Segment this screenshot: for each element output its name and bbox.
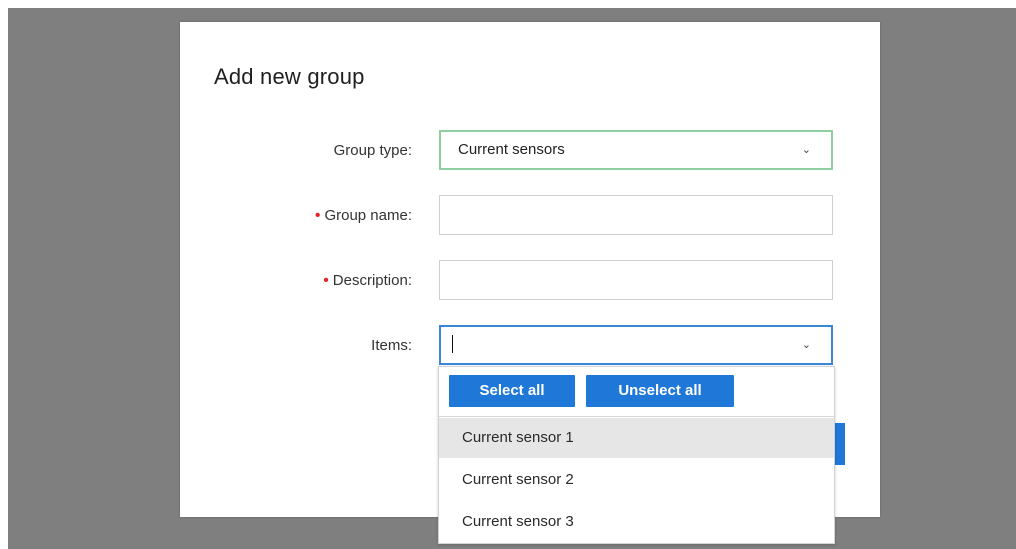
items-row: Items: ⌄ <box>180 325 880 367</box>
dropdown-option[interactable]: Current sensor 1 <box>439 418 834 458</box>
items-multiselect[interactable]: ⌄ <box>439 325 833 365</box>
group-type-row: Group type: Current sensors ⌄ <box>180 130 880 172</box>
required-marker: • <box>323 272 329 289</box>
group-type-label-text: Group type: <box>333 142 412 159</box>
items-label-text: Items: <box>371 337 412 354</box>
group-type-value: Current sensors <box>458 141 565 158</box>
description-label: • Description: <box>323 260 412 302</box>
text-cursor <box>452 334 453 353</box>
dropdown-option[interactable]: Current sensor 2 <box>439 460 834 500</box>
description-row: • Description: <box>180 260 880 302</box>
group-type-label: Group type: <box>334 130 412 172</box>
description-label-text: Description: <box>332 272 412 289</box>
group-name-row: • Group name: <box>180 195 880 237</box>
chevron-down-icon[interactable]: ⌄ <box>802 132 811 168</box>
description-input-wrapper <box>439 260 833 300</box>
unselect-all-button[interactable]: Unselect all <box>586 375 734 407</box>
required-marker: • <box>314 207 321 224</box>
group-name-label-text: Group name: <box>324 207 412 224</box>
dialog-title: Add new group <box>214 64 365 89</box>
items-label: Items: <box>371 325 412 367</box>
dropdown-option[interactable]: Current sensor 3 <box>439 502 834 542</box>
dropdown-actions: Select all Unselect all <box>439 367 834 417</box>
group-name-input[interactable] <box>458 197 798 232</box>
items-dropdown: Select all Unselect all Current sensor 1… <box>438 366 835 544</box>
group-type-select[interactable]: Current sensors ⌄ <box>439 130 833 170</box>
group-name-label: • Group name: <box>315 195 412 237</box>
group-name-input-wrapper <box>439 195 833 235</box>
select-all-button[interactable]: Select all <box>449 375 575 407</box>
chevron-down-icon[interactable]: ⌄ <box>802 327 811 363</box>
save-button-partial[interactable] <box>835 423 845 465</box>
description-input[interactable] <box>458 262 798 297</box>
